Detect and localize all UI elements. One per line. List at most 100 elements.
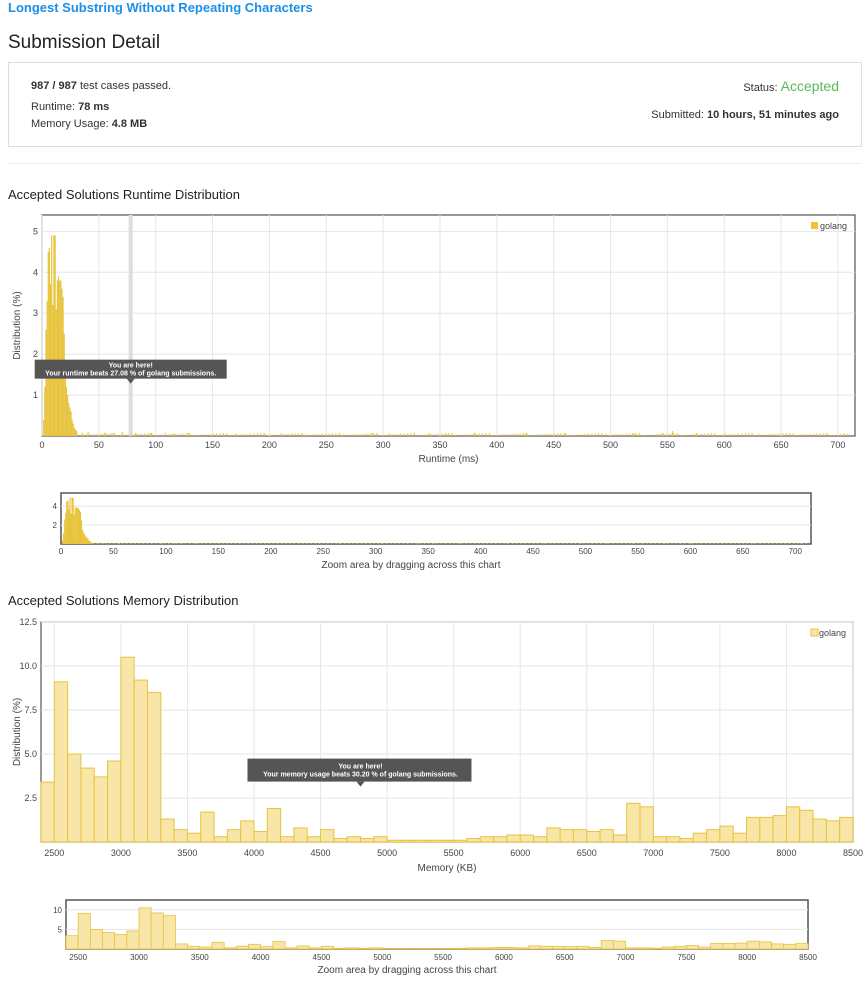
memory-legend-label[interactable]: golang	[819, 628, 846, 638]
runtime-bar	[628, 433, 630, 436]
runtime-zoom-bar	[201, 543, 203, 544]
memory-bar	[785, 806, 801, 843]
runtime-bar	[198, 434, 201, 436]
runtime-bar	[536, 434, 538, 436]
runtime-bar	[727, 434, 729, 436]
runtime-bar	[833, 434, 835, 436]
runtime-bar	[76, 431, 78, 436]
runtime-bar	[112, 433, 114, 436]
runtime-zoom-bar	[482, 543, 484, 544]
status-label: Status:	[743, 82, 778, 94]
runtime-bar	[679, 434, 682, 436]
runtime-bar	[676, 432, 678, 436]
runtime-chart[interactable]: 0 50 100 150 200 250 300 350 400 450 500 550 600 650 7…	[0, 205, 866, 580]
memory-bar	[506, 834, 521, 843]
runtime-bar	[604, 433, 607, 436]
runtime-zoom-bar	[474, 543, 476, 544]
runtime-bar	[96, 433, 98, 436]
runtime-bar	[512, 433, 514, 436]
runtime-zoom-bar	[390, 543, 392, 544]
runtime-bar	[437, 433, 439, 436]
runtime-zoom-bar	[520, 543, 522, 544]
runtime-bar	[789, 432, 791, 436]
runtime-zoom-bar	[461, 543, 463, 544]
runtime-zoom-bar	[726, 543, 728, 544]
runtime-zoom-bar	[570, 543, 572, 544]
runtime-zoom-navigator[interactable]	[60, 492, 812, 545]
runtime-bar	[819, 433, 821, 436]
runtime-bar	[349, 434, 351, 436]
runtime-bar	[260, 433, 262, 436]
runtime-bar	[748, 433, 750, 436]
runtime-bar	[185, 433, 187, 436]
runtime-bar	[447, 433, 450, 436]
runtime-bar	[393, 434, 395, 436]
runtime-bar	[410, 433, 412, 436]
runtime-xtick-label: 400	[489, 440, 504, 450]
runtime-bar	[287, 433, 289, 436]
runtime-bar	[799, 434, 801, 436]
runtime-bar	[43, 419, 45, 436]
runtime-bar	[441, 433, 443, 436]
runtime-zoom-xtick: 300	[369, 547, 383, 556]
runtime-zoom-bar	[629, 543, 631, 544]
runtime-bar	[362, 433, 364, 436]
memory-bar	[53, 681, 69, 843]
runtime-bar	[785, 433, 787, 436]
runtime-bar	[318, 434, 320, 436]
runtime-zoom-bar	[675, 543, 677, 544]
runtime-bar	[284, 433, 286, 436]
runtime-zoom-bar	[554, 543, 556, 544]
runtime-zoom-bar	[667, 543, 669, 544]
runtime-bar	[175, 433, 177, 436]
memory-bar	[799, 809, 814, 843]
runtime-bar	[345, 434, 347, 436]
memory-zoom-bar	[552, 945, 566, 950]
memory-chart[interactable]: 2500 3000 3500 4000 4500 5000 5500 6000 6500 7000…	[0, 612, 866, 985]
memory-bar	[666, 836, 681, 843]
runtime-bar	[171, 433, 173, 436]
runtime-zoom-bar	[195, 543, 197, 544]
runtime-bar	[642, 434, 644, 436]
runtime-legend-label[interactable]: golang	[820, 221, 847, 231]
runtime-bar	[53, 235, 55, 436]
runtime-ytick-label: 1	[33, 390, 38, 400]
memory-bar	[200, 811, 215, 843]
runtime-zoom-bar	[293, 543, 295, 544]
runtime-zoom-bar	[512, 543, 514, 544]
runtime-zoom-bar	[423, 543, 425, 544]
runtime-zoom-bar	[690, 543, 692, 544]
memory-zoom-navigator[interactable]	[65, 899, 809, 950]
runtime-bar	[187, 433, 189, 436]
problem-title-link[interactable]: Longest Substring Without Repeating Char…	[8, 0, 313, 15]
runtime-ytick-label: 2	[33, 349, 38, 359]
runtime-zoom-bar	[574, 543, 576, 544]
runtime-zoom-bar	[75, 507, 77, 544]
memory-zoom-bar	[771, 943, 785, 950]
runtime-zoom-bar	[506, 543, 509, 544]
runtime-bar	[427, 434, 429, 436]
memory-bar	[626, 802, 641, 843]
runtime-bar	[140, 433, 143, 436]
runtime-zoom-xtick: 400	[474, 547, 488, 556]
runtime-zoom-bar	[373, 543, 375, 544]
runtime-xtick-label: 700	[830, 440, 845, 450]
memory-bar	[639, 806, 654, 843]
memory-zoom-bar	[150, 912, 164, 950]
runtime-bar	[294, 433, 296, 436]
runtime-zoom-bar	[64, 519, 66, 544]
memory-zoom-bar	[345, 947, 359, 950]
runtime-bar	[482, 433, 484, 436]
runtime-bar	[342, 434, 344, 436]
status-accepted-link[interactable]: Accepted	[781, 78, 839, 94]
memory-zoom-bar	[673, 945, 687, 950]
runtime-bar	[243, 434, 245, 436]
memory-ytick-label: 12.5	[19, 617, 37, 627]
runtime-bar	[48, 247, 51, 436]
runtime-zoom-bar	[314, 543, 316, 544]
runtime-zoom-bar	[79, 511, 82, 544]
runtime-zoom-bar	[524, 543, 526, 544]
memory-bar	[479, 836, 495, 843]
runtime-ytick-label: 3	[33, 308, 38, 318]
runtime-bar	[73, 427, 76, 436]
